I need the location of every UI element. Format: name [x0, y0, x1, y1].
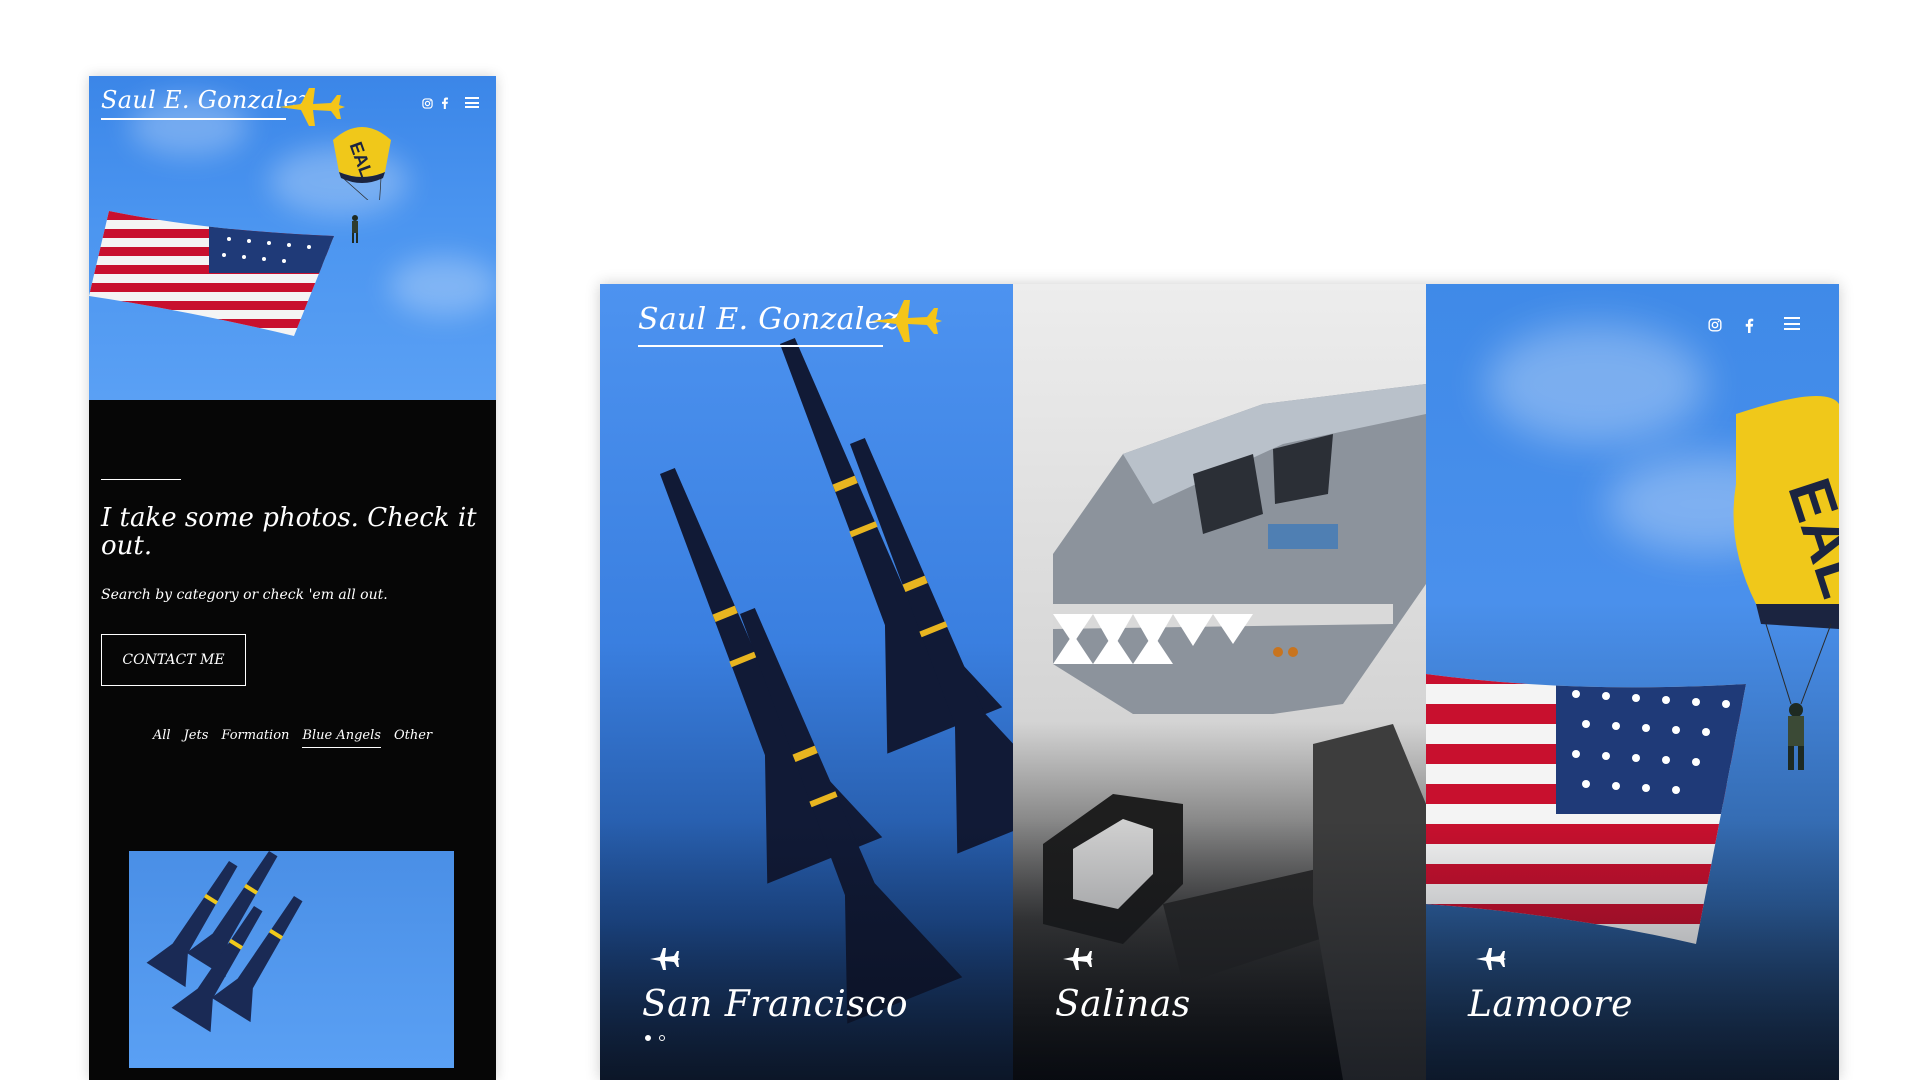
parachute-graphic: EAL	[333, 127, 391, 200]
location-label-san-francisco: San Francisco	[642, 984, 909, 1025]
location-panel-san-francisco[interactable]: San Francisco	[600, 284, 1013, 1080]
logo-jet-icon	[872, 300, 942, 342]
desktop-mockup: San Francisco Salinas EAL Lamoore Saul E…	[600, 284, 1839, 1080]
category-jets[interactable]: Jets	[184, 728, 209, 748]
hamburger-menu-icon[interactable]	[465, 97, 479, 108]
category-formation[interactable]: Formation	[221, 728, 289, 748]
instagram-icon[interactable]	[421, 96, 433, 110]
site-logo-text[interactable]: Saul E. Gonzalez	[638, 302, 899, 337]
category-other[interactable]: Other	[394, 728, 432, 748]
gallery-thumbnail-jets[interactable]	[129, 851, 454, 1068]
mobile-social-links	[421, 96, 451, 110]
instagram-icon[interactable]	[1707, 317, 1723, 333]
page-headline: I take some photos. Check it out.	[101, 503, 477, 561]
location-panel-salinas[interactable]: Salinas	[1013, 284, 1426, 1080]
headline-rule	[101, 479, 181, 480]
facebook-icon[interactable]	[439, 96, 451, 110]
showcase-canvas: EAL Saul E. Gonzalez I take some photos.…	[0, 0, 1920, 1080]
skydiver-figure	[352, 215, 358, 243]
american-flag-graphic	[89, 211, 334, 336]
carousel-dot-2[interactable]	[659, 1035, 665, 1041]
location-label-lamoore: Lamoore	[1468, 984, 1633, 1025]
airplane-icon	[1476, 948, 1506, 970]
contact-me-button[interactable]: CONTACT ME	[101, 634, 246, 686]
category-all[interactable]: All	[153, 728, 171, 748]
mobile-mockup: EAL Saul E. Gonzalez I take some photos.…	[89, 76, 496, 1080]
airplane-icon	[1063, 948, 1093, 970]
location-panel-lamoore[interactable]: EAL Lamoore	[1426, 284, 1839, 1080]
location-label-salinas: Salinas	[1055, 984, 1191, 1025]
category-filter-bar: All Jets Formation Blue Angels Other	[89, 728, 496, 748]
logo-underline	[638, 345, 883, 347]
logo-underline	[101, 118, 286, 120]
desktop-social-links	[1707, 317, 1757, 333]
airplane-icon	[650, 948, 680, 970]
logo-jet-icon	[279, 88, 345, 126]
page-subheadline: Search by category or check 'em all out.	[101, 587, 388, 603]
category-blue-angels[interactable]: Blue Angels	[302, 728, 381, 748]
mobile-hero-image: EAL Saul E. Gonzalez	[89, 76, 496, 400]
carousel-dot-1[interactable]	[645, 1035, 651, 1041]
hamburger-menu-icon[interactable]	[1784, 317, 1800, 330]
carousel-dots	[645, 1035, 665, 1041]
facebook-icon[interactable]	[1741, 317, 1757, 333]
